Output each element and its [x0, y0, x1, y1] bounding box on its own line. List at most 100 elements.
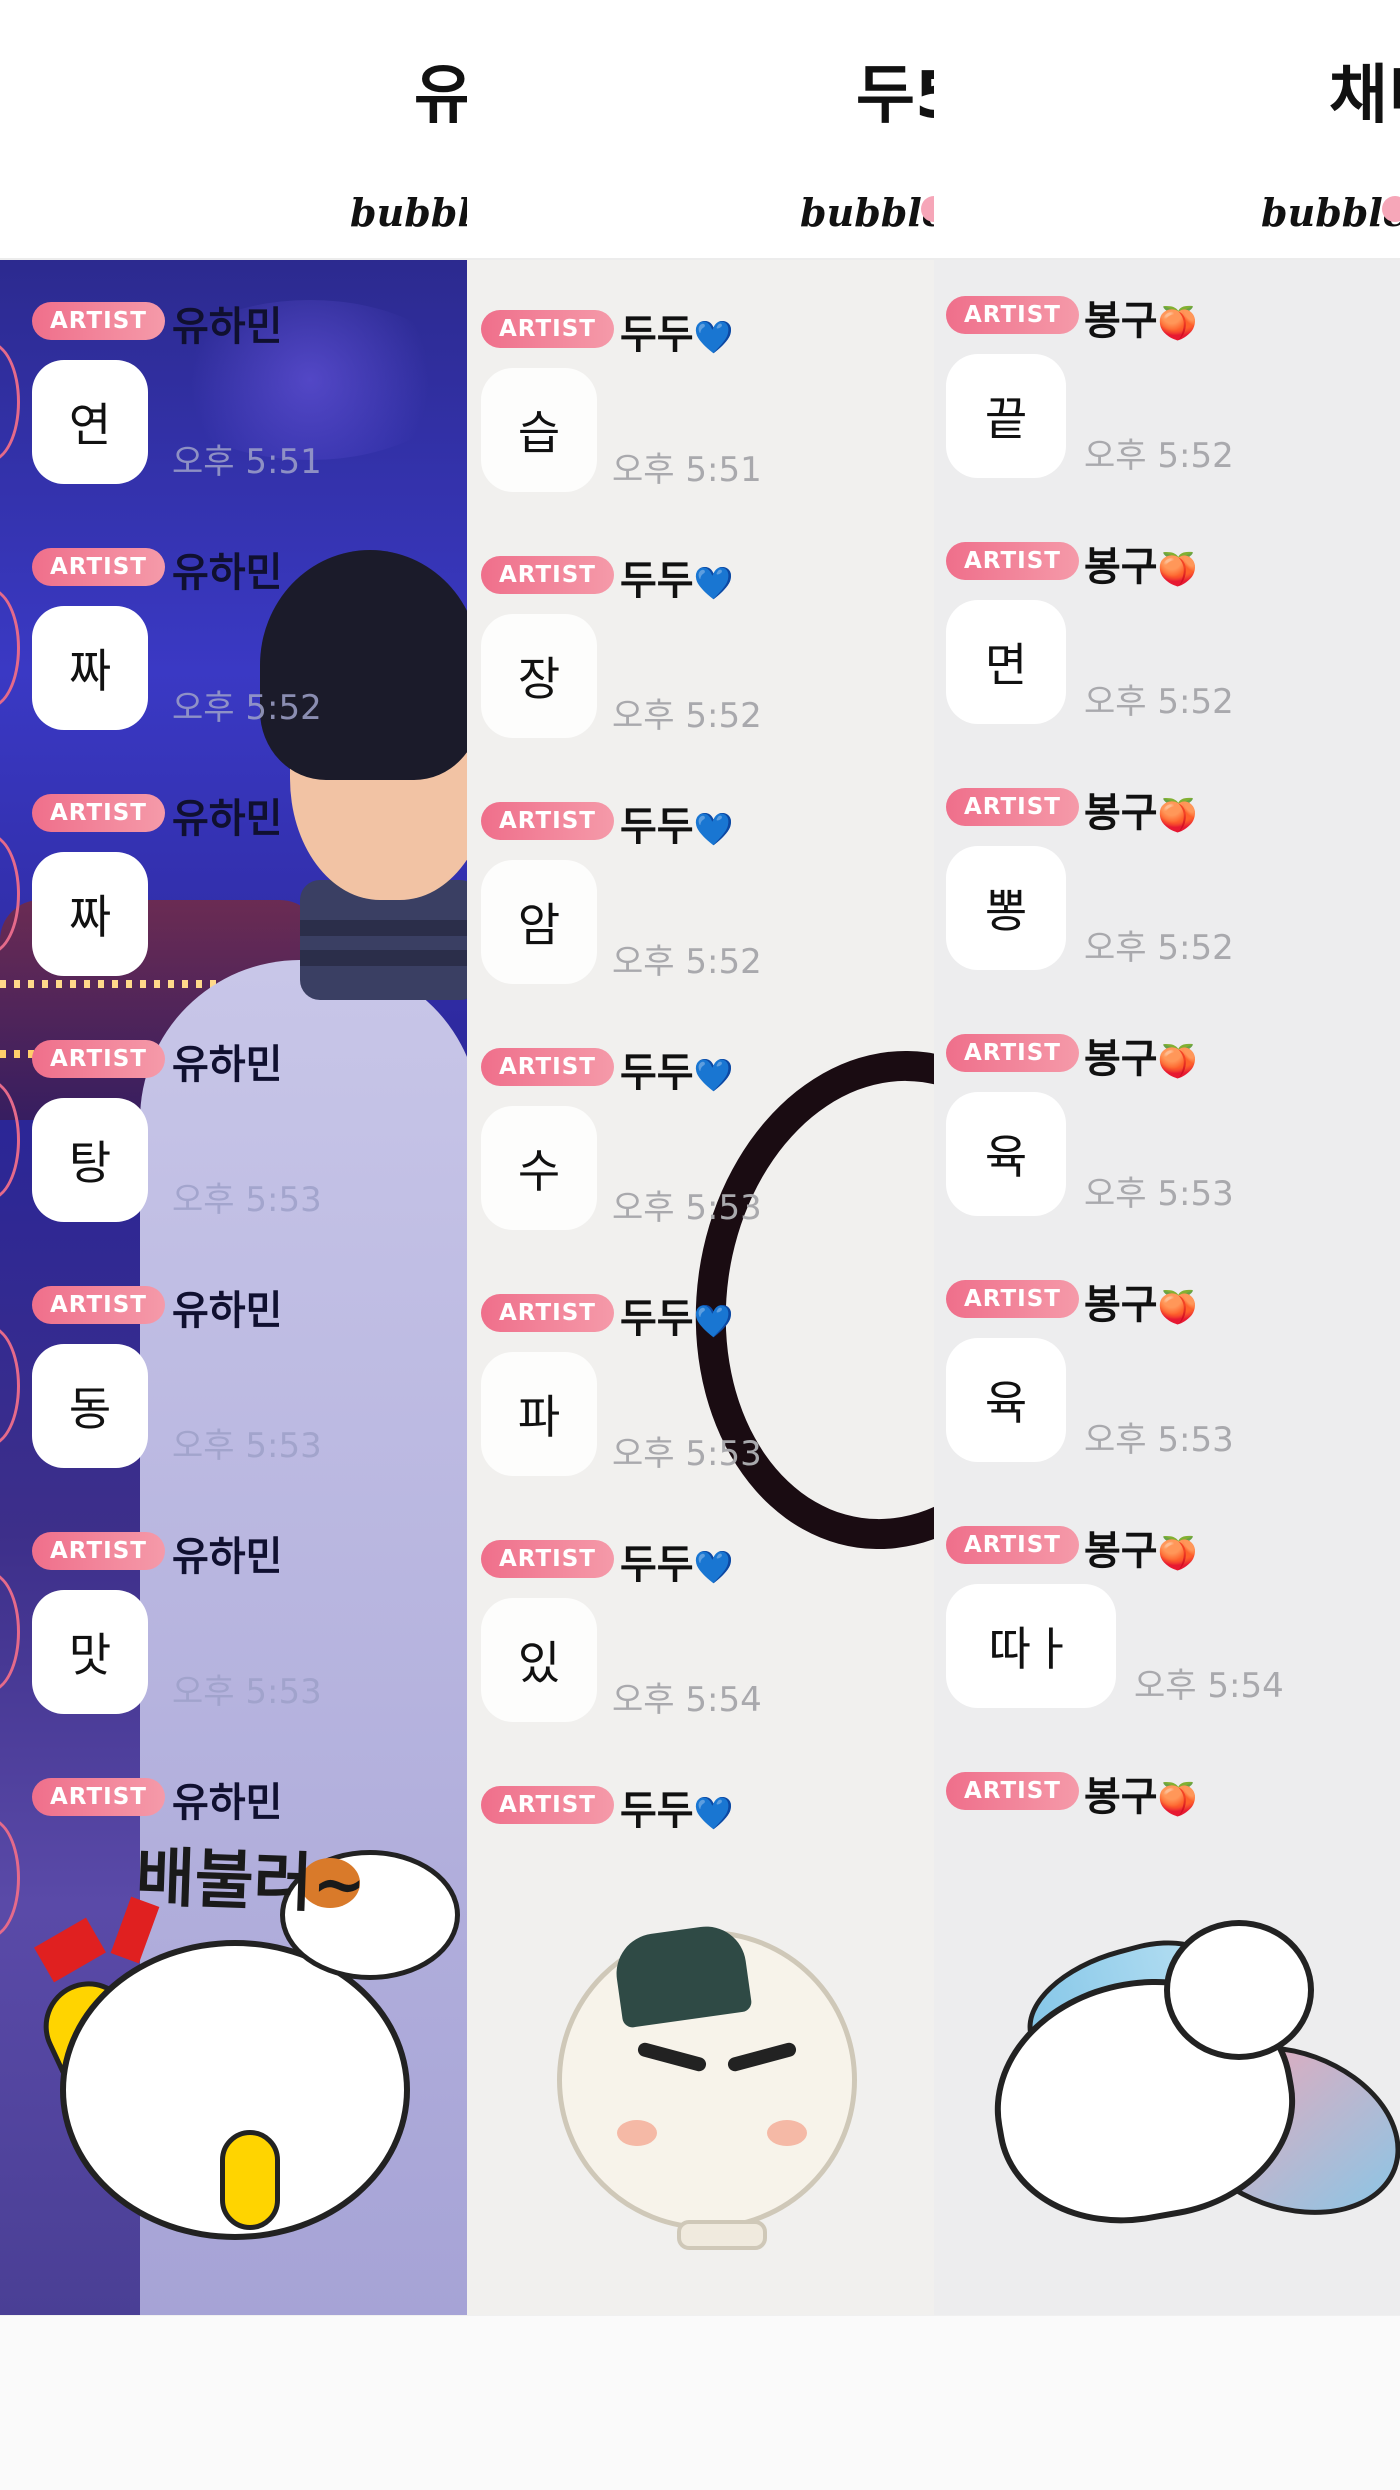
artist-badge: ARTIST [481, 1786, 614, 1824]
artist-badge: ARTIST [946, 1280, 1079, 1318]
artist-badge: ARTIST [946, 296, 1079, 334]
message-bubble[interactable]: 육 [946, 1092, 1066, 1216]
sticker-burst [34, 1917, 106, 1983]
sender-name: 유하민 [172, 1288, 283, 1334]
avatar[interactable] [0, 1572, 20, 1692]
message-bubble[interactable]: 맛 [32, 1590, 148, 1714]
sender-name: 봉구🍑 [1084, 1036, 1198, 1082]
artist-badge: ARTIST [481, 1294, 614, 1332]
message-time: 오후 5:53 [172, 1672, 322, 1712]
artist-badge: ARTIST [946, 542, 1079, 580]
message-bubble[interactable]: 장 [481, 614, 597, 738]
message-time: 오후 5:53 [612, 1188, 762, 1228]
peach-icon: 🍑 [1157, 304, 1198, 342]
message-bubble[interactable]: 끝 [946, 354, 1066, 478]
chat-area[interactable]: ARTIST 두두💙 습 오후 5:51 ARTIST 두두💙 장 오후 5:5… [467, 260, 934, 2315]
chat-area[interactable]: ARTIST 유하민 연 오후 5:51 ARTIST 유하민 짜 오후 5:5… [0, 260, 467, 2315]
artist-badge: ARTIST [946, 1772, 1079, 1810]
heart-icon: 💙 [693, 1794, 734, 1832]
message-time: 오후 5:54 [1134, 1666, 1284, 1706]
artist-badge: ARTIST [481, 802, 614, 840]
message-time: 오후 5:53 [172, 1180, 322, 1220]
chat-area[interactable]: ARTIST 봉구🍑 끝 오후 5:52 ARTIST 봉구🍑 면 오후 5:5… [934, 260, 1400, 2315]
message-time: 오후 5:53 [172, 1426, 322, 1466]
message-time: 오후 5:53 [612, 1434, 762, 1474]
sender-name: 유하민 [172, 304, 283, 350]
message-bubble[interactable]: 짜 [32, 606, 148, 730]
message-bubble[interactable]: 짜 [32, 852, 148, 976]
sender-name: 봉구🍑 [1084, 1774, 1198, 1820]
background-collar-stripe [300, 920, 467, 936]
artist-badge: ARTIST [32, 1040, 165, 1078]
artist-badge: ARTIST [946, 1034, 1079, 1072]
sender-name: 봉구🍑 [1084, 790, 1198, 836]
message-bubble[interactable]: 암 [481, 860, 597, 984]
chat-title: 유 [414, 59, 467, 133]
peach-icon: 🍑 [1157, 1780, 1198, 1818]
artist-badge: ARTIST [32, 302, 165, 340]
message-bubble[interactable]: 육 [946, 1338, 1066, 1462]
message-bubble[interactable]: 따ㅏ [946, 1584, 1116, 1708]
artist-badge: ARTIST [481, 310, 614, 348]
peach-icon: 🍑 [1157, 1288, 1198, 1326]
artist-badge: ARTIST [481, 1540, 614, 1578]
bottom-blank-area [0, 2315, 1400, 2490]
message-time: 오후 5:52 [1084, 436, 1234, 476]
sticker-riceball-cheek [767, 2120, 807, 2146]
message-time: 오후 5:51 [172, 442, 322, 482]
background-person-hair [260, 550, 467, 780]
chat-header: 두5 bubble [467, 0, 934, 260]
chat-title: 두5 [856, 59, 934, 133]
avatar[interactable] [0, 1326, 20, 1446]
bubble-logo-icon: bubble [800, 190, 934, 235]
message-time: 오후 5:54 [612, 1680, 762, 1720]
sender-name: 두두💙 [620, 312, 734, 358]
peach-icon: 🍑 [1157, 1042, 1198, 1080]
message-bubble[interactable]: 면 [946, 600, 1066, 724]
sender-name: 봉구🍑 [1084, 544, 1198, 590]
chat-panel-left: ARTIST 유하민 연 오후 5:51 ARTIST 유하민 짜 오후 5:5… [0, 0, 467, 2489]
message-bubble[interactable]: 뽕 [946, 846, 1066, 970]
message-time: 오후 5:52 [1084, 682, 1234, 722]
bubble-logo-icon: bubble [1261, 190, 1400, 235]
sender-name: 유하민 [172, 1780, 283, 1826]
sticker-riceball-cheek [617, 2120, 657, 2146]
avatar[interactable] [0, 342, 20, 462]
artist-badge: ARTIST [32, 794, 165, 832]
sender-name: 봉구🍑 [1084, 1528, 1198, 1574]
message-bubble[interactable]: 동 [32, 1344, 148, 1468]
sender-name: 유하민 [172, 550, 283, 596]
message-bubble[interactable]: 습 [481, 368, 597, 492]
sticker-riceball-nori [611, 1921, 753, 2029]
artist-badge: ARTIST [946, 1526, 1079, 1564]
message-time: 오후 5:52 [1084, 928, 1234, 968]
sender-name: 봉구🍑 [1084, 1282, 1198, 1328]
message-bubble[interactable]: 연 [32, 360, 148, 484]
avatar[interactable] [0, 588, 20, 708]
message-time: 오후 5:52 [612, 942, 762, 982]
chat-header: 유 bubble [0, 0, 467, 260]
avatar[interactable] [0, 1818, 20, 1938]
sticker-hamster-foot [220, 2130, 280, 2230]
heart-icon: 💙 [693, 810, 734, 848]
message-bubble[interactable]: 탕 [32, 1098, 148, 1222]
sender-name: 두두💙 [620, 1788, 734, 1834]
heart-icon: 💙 [693, 318, 734, 356]
message-time: 오후 5:52 [612, 696, 762, 736]
sender-name: 두두💙 [620, 1296, 734, 1342]
artist-badge: ARTIST [32, 548, 165, 586]
sender-name: 두두💙 [620, 804, 734, 850]
chat-header: 채디 bubble [934, 0, 1400, 260]
message-bubble[interactable]: 있 [481, 1598, 597, 1722]
message-bubble[interactable]: 파 [481, 1352, 597, 1476]
heart-icon: 💙 [693, 1302, 734, 1340]
sticker-caption: 배불러~ [134, 1841, 368, 1923]
chat-panel-right: ARTIST 봉구🍑 끝 오후 5:52 ARTIST 봉구🍑 면 오후 5:5… [934, 0, 1400, 2489]
peach-icon: 🍑 [1157, 1534, 1198, 1572]
heart-icon: 💙 [693, 1548, 734, 1586]
background-collar-stripe [300, 950, 467, 966]
message-bubble[interactable]: 수 [481, 1106, 597, 1230]
message-time: 오후 5:53 [1084, 1420, 1234, 1460]
sender-name: 두두💙 [620, 558, 734, 604]
peach-icon: 🍑 [1157, 796, 1198, 834]
